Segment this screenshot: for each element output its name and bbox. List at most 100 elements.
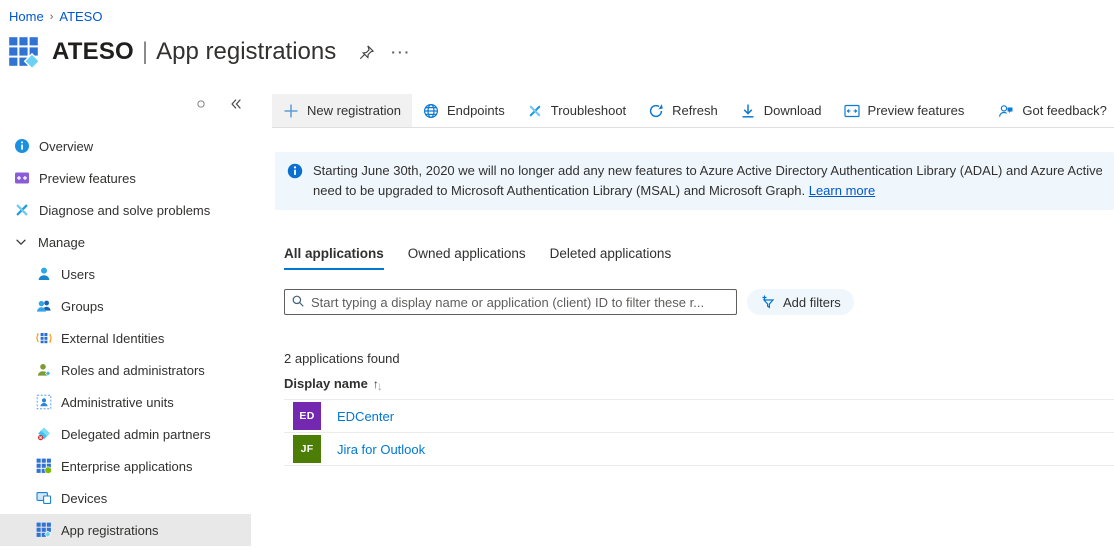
sidebar-item-external-identities[interactable]: External Identities bbox=[0, 322, 251, 354]
app-name-link[interactable]: Jira for Outlook bbox=[337, 442, 425, 457]
table-row[interactable]: JF Jira for Outlook bbox=[284, 433, 1114, 466]
tools-icon bbox=[14, 202, 30, 218]
refresh-button[interactable]: Refresh bbox=[637, 94, 729, 127]
new-registration-button[interactable]: New registration bbox=[272, 94, 412, 127]
sidebar-item-label: External Identities bbox=[61, 331, 164, 346]
sidebar-item-groups[interactable]: Groups bbox=[0, 290, 251, 322]
application-tabs: All applications Owned applications Delete… bbox=[284, 246, 1114, 270]
page-subtitle: App registrations bbox=[156, 38, 336, 66]
filter-row: Add filters bbox=[284, 289, 1114, 315]
search-icon bbox=[291, 294, 305, 308]
toolbar-button-label: Refresh bbox=[672, 103, 718, 118]
sidebar-item-overview[interactable]: Overview bbox=[0, 130, 251, 162]
table-row[interactable]: ED EDCenter bbox=[284, 400, 1114, 433]
search-input[interactable] bbox=[284, 289, 737, 315]
got-feedback-button[interactable]: Got feedback? bbox=[987, 94, 1114, 127]
preview-features-button[interactable]: Preview features bbox=[833, 94, 976, 127]
sidebar-item-enterprise-applications[interactable]: Enterprise applications bbox=[0, 450, 251, 482]
sidebar-item-diagnose-and-solve-problems[interactable]: Diagnose and solve problems bbox=[0, 194, 251, 226]
notice-line-2: need to be upgraded to Microsoft Authent… bbox=[313, 181, 1102, 201]
preview-features-icon bbox=[14, 170, 30, 186]
sidebar-item-label: Devices bbox=[61, 491, 107, 506]
troubleshoot-button[interactable]: Troubleshoot bbox=[516, 94, 637, 127]
sidebar-item-label: Users bbox=[61, 267, 95, 282]
toolbar-button-label: Got feedback? bbox=[1022, 103, 1107, 118]
sidebar-item-devices[interactable]: Devices bbox=[0, 482, 251, 514]
sidebar-item-label: Roles and administrators bbox=[61, 363, 205, 378]
app-registrations-blade-icon bbox=[8, 36, 40, 68]
plus-icon bbox=[283, 103, 299, 119]
sidebar-item-label: Administrative units bbox=[61, 395, 174, 410]
troubleshoot-icon bbox=[527, 103, 543, 119]
toolbar-button-label: Preview features bbox=[868, 103, 965, 118]
roles-icon bbox=[36, 362, 52, 378]
applications-table: ED EDCenter JF Jira for Outlook bbox=[284, 399, 1114, 466]
sidebar-controls bbox=[0, 86, 251, 112]
breadcrumb-separator: › bbox=[50, 11, 54, 23]
app-name-link[interactable]: EDCenter bbox=[337, 409, 394, 424]
add-filters-button[interactable]: Add filters bbox=[747, 289, 854, 315]
tab-deleted-applications[interactable]: Deleted applications bbox=[550, 246, 672, 270]
avatar: ED bbox=[293, 402, 321, 430]
learn-more-link[interactable]: Learn more bbox=[809, 183, 875, 198]
command-bar: New registration Endpoints Troubleshoot Ref… bbox=[272, 94, 1114, 128]
breadcrumb-current-link[interactable]: ATESO bbox=[59, 9, 102, 24]
more-options-icon[interactable]: ··· bbox=[391, 44, 411, 60]
info-icon bbox=[14, 138, 30, 154]
users-icon bbox=[36, 298, 52, 314]
add-filter-icon bbox=[760, 294, 776, 310]
sidebar-item-manage[interactable]: Manage bbox=[0, 226, 251, 258]
refresh-icon bbox=[648, 103, 664, 119]
toolbar-button-label: Troubleshoot bbox=[551, 103, 626, 118]
sort-icon: ↑↓ bbox=[373, 376, 383, 391]
breadcrumb: Home › ATESO bbox=[9, 9, 102, 24]
pin-icon[interactable] bbox=[358, 44, 375, 61]
globe-icon bbox=[423, 103, 439, 119]
results-count: 2 applications found bbox=[284, 351, 1114, 366]
sidebar-item-preview-features[interactable]: Preview features bbox=[0, 162, 251, 194]
sidebar-item-label: Groups bbox=[61, 299, 104, 314]
devices-icon bbox=[36, 490, 52, 506]
admin-units-icon bbox=[36, 394, 52, 410]
chevron-down-icon bbox=[14, 235, 28, 249]
preview-window-icon bbox=[844, 103, 860, 119]
sidebar-item-roles-and-administrators[interactable]: Roles and administrators bbox=[0, 354, 251, 386]
add-filters-label: Add filters bbox=[783, 295, 841, 310]
column-label: Display name bbox=[284, 376, 368, 391]
feedback-icon bbox=[998, 103, 1014, 119]
sidebar: Overview Preview features Diagnose and sol… bbox=[0, 86, 251, 550]
sidebar-item-delegated-admin-partners[interactable]: Delegated admin partners bbox=[0, 418, 251, 450]
download-button[interactable]: Download bbox=[729, 94, 833, 127]
toolbar-button-label: Download bbox=[764, 103, 822, 118]
collapse-sidebar-icon[interactable] bbox=[229, 96, 243, 112]
sidebar-item-app-registrations[interactable]: App registrations bbox=[0, 514, 251, 546]
toolbar-button-label: Endpoints bbox=[447, 103, 505, 118]
notice-text: Starting June 30th, 2020 we will no long… bbox=[313, 161, 1102, 201]
toolbar-button-label: New registration bbox=[307, 103, 401, 118]
sidebar-nav: Overview Preview features Diagnose and sol… bbox=[0, 130, 251, 546]
sidebar-item-users[interactable]: Users bbox=[0, 258, 251, 290]
download-icon bbox=[740, 103, 756, 119]
sidebar-item-label: Preview features bbox=[39, 171, 136, 186]
sidebar-item-label: Overview bbox=[39, 139, 93, 154]
app-registrations-icon bbox=[36, 522, 52, 538]
info-icon bbox=[287, 163, 303, 179]
main-content: New registration Endpoints Troubleshoot Ref… bbox=[251, 86, 1114, 550]
title-separator: | bbox=[142, 38, 148, 66]
sidebar-item-label: Diagnose and solve problems bbox=[39, 203, 210, 218]
tab-owned-applications[interactable]: Owned applications bbox=[408, 246, 526, 270]
breadcrumb-home-link[interactable]: Home bbox=[9, 9, 44, 24]
sidebar-item-label: App registrations bbox=[61, 523, 159, 538]
sidebar-item-administrative-units[interactable]: Administrative units bbox=[0, 386, 251, 418]
page-header: ATESO | App registrations ··· bbox=[8, 36, 411, 68]
sidebar-item-label: Delegated admin partners bbox=[61, 427, 211, 442]
enterprise-apps-icon bbox=[36, 458, 52, 474]
tab-all-applications[interactable]: All applications bbox=[284, 246, 384, 270]
column-header-display-name[interactable]: Display name ↑↓ bbox=[284, 376, 1114, 399]
notice-line-1: Starting June 30th, 2020 we will no long… bbox=[313, 161, 1102, 181]
avatar: JF bbox=[293, 435, 321, 463]
resize-handle-icon[interactable] bbox=[195, 96, 207, 112]
endpoints-button[interactable]: Endpoints bbox=[412, 94, 516, 127]
notice-banner: Starting June 30th, 2020 we will no long… bbox=[275, 152, 1114, 210]
user-icon bbox=[36, 266, 52, 282]
